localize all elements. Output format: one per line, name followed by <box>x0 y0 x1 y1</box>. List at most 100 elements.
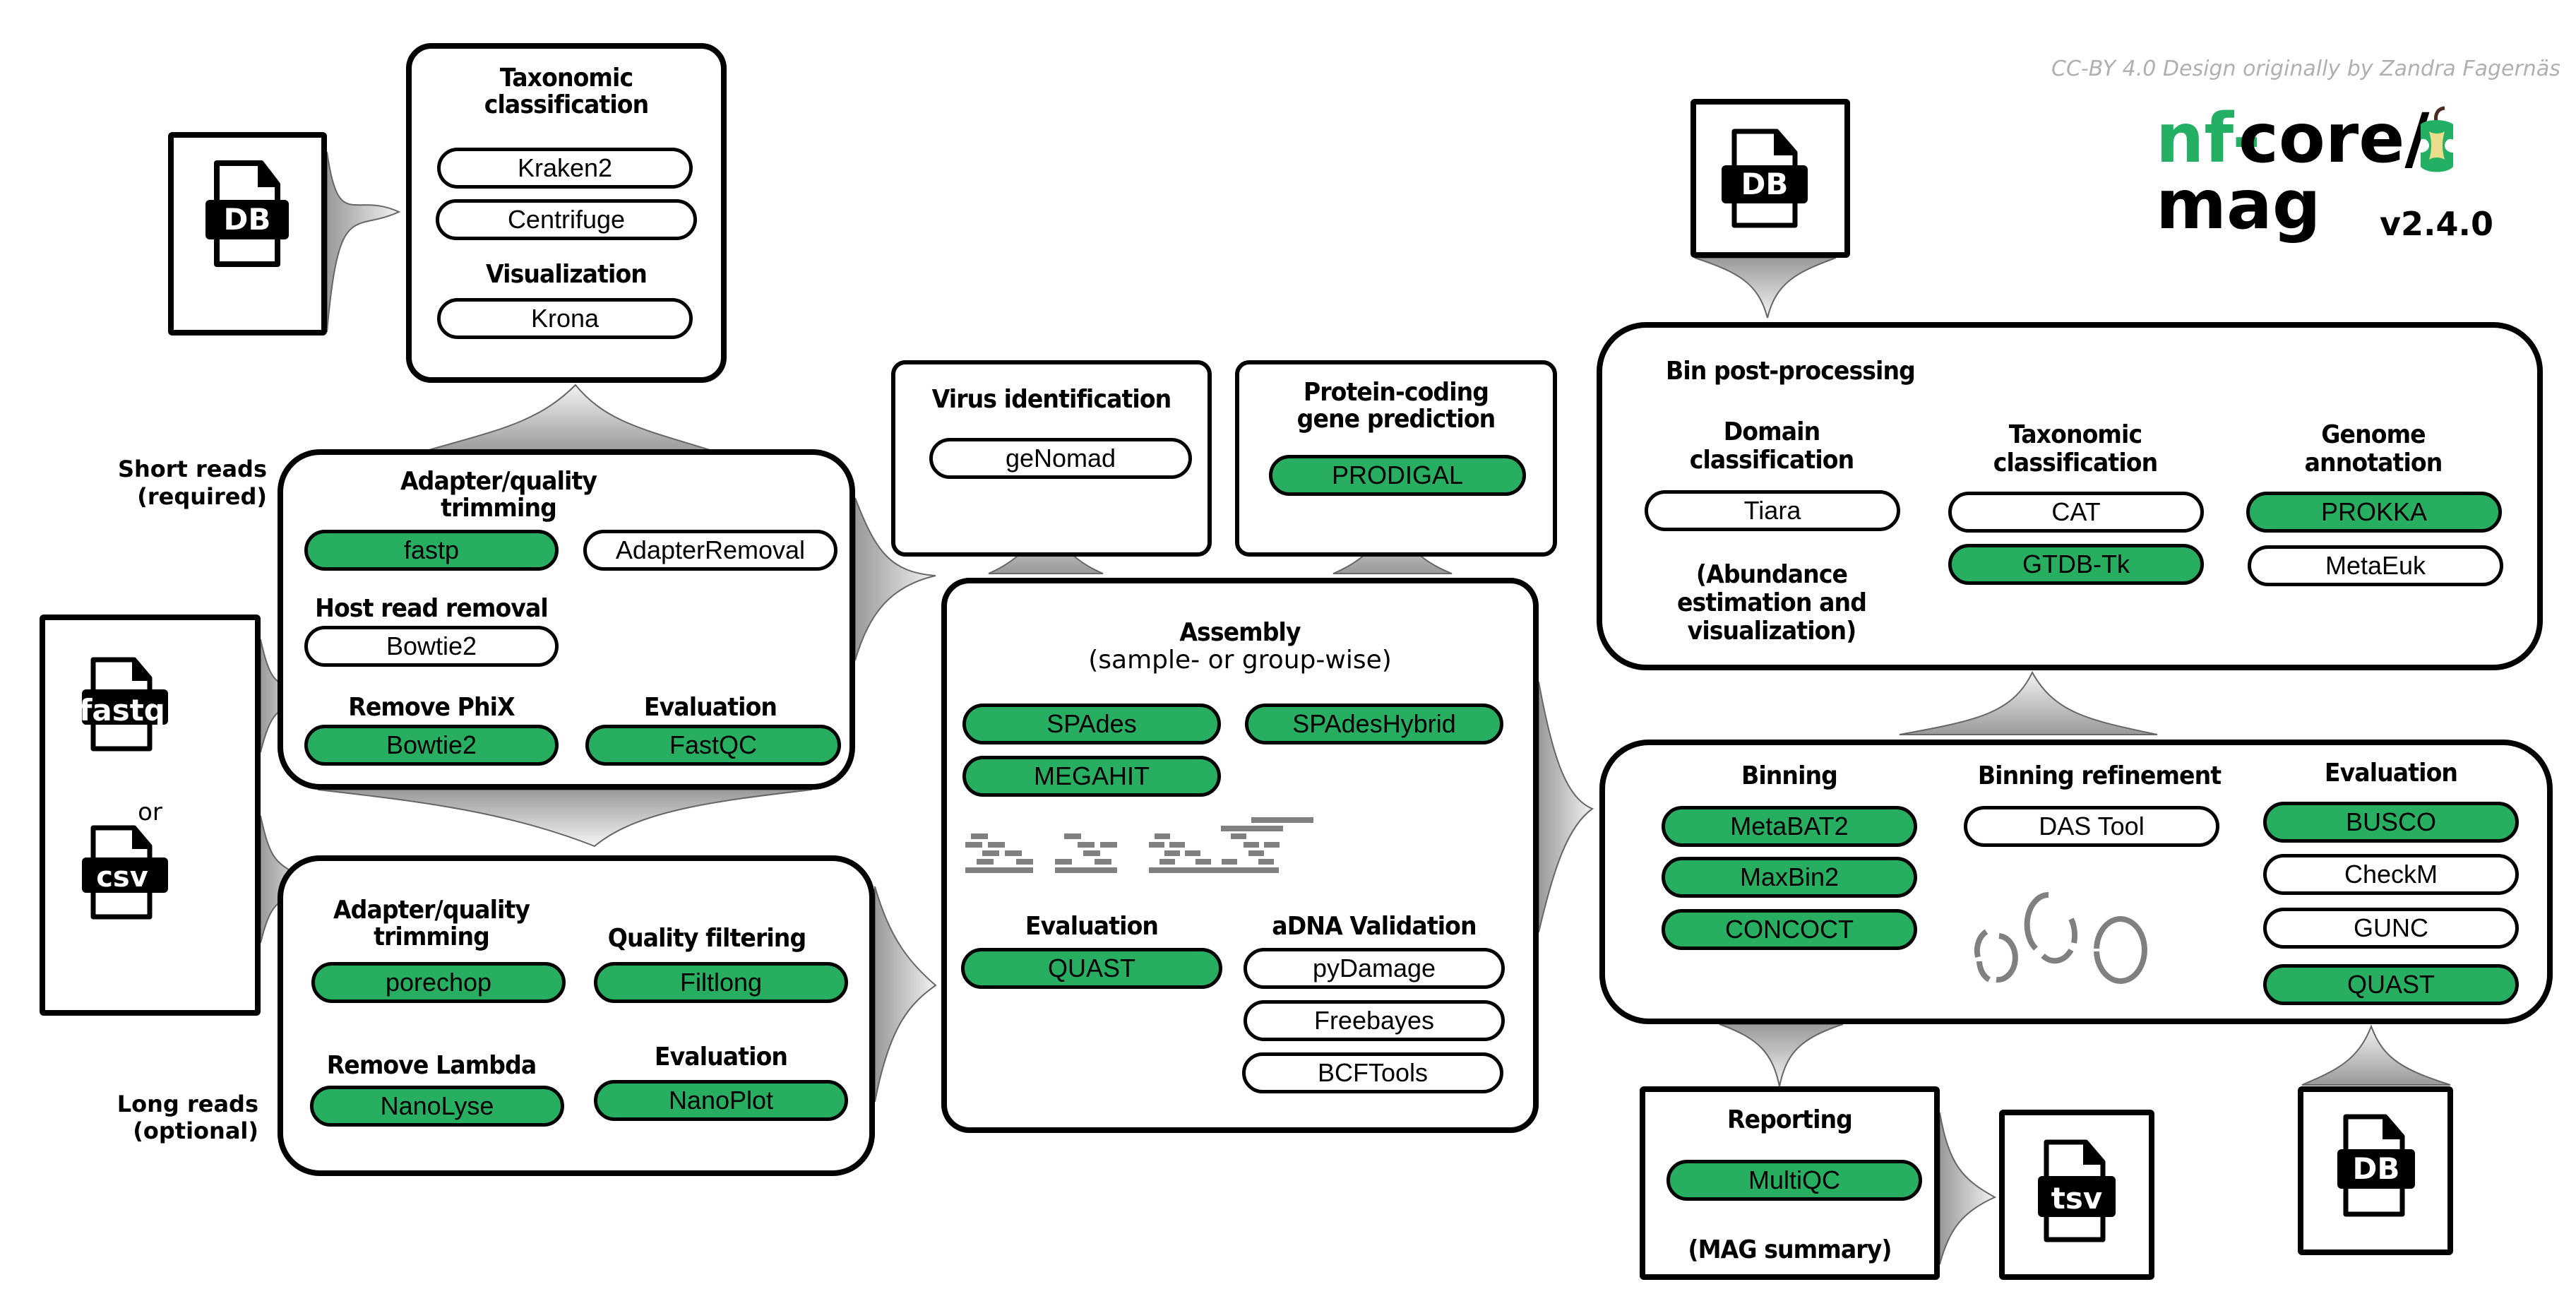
annotation-title-line1: Genome <box>2321 420 2426 449</box>
logo-name: mag <box>2156 165 2321 244</box>
tool-centrifuge[interactable]: Centrifuge <box>436 199 697 240</box>
tool-spades[interactable]: SPAdes <box>962 704 1221 744</box>
read-bar <box>1169 842 1185 848</box>
tool-prodigal[interactable]: PRODIGAL <box>1269 455 1526 496</box>
tool-dastool[interactable]: DAS Tool <box>1964 806 2219 847</box>
sr-trimming-title-line2: trimming <box>441 494 557 523</box>
contig-reads-illustration <box>965 817 1313 873</box>
connector-db-to-evaluation <box>2301 1024 2451 1086</box>
read-bar <box>1064 833 1081 839</box>
tool-filtlong[interactable]: Filtlong <box>594 962 848 1003</box>
read-bar <box>1164 850 1180 856</box>
tool-porechop[interactable]: porechop <box>311 962 566 1003</box>
read-bar <box>971 833 988 839</box>
tool-freebayes[interactable]: Freebayes <box>1244 1000 1505 1041</box>
tool-maxbin2[interactable]: MaxBin2 <box>1662 857 1917 898</box>
read-bar <box>1149 842 1164 848</box>
tool-bcftools[interactable]: BCFTools <box>1242 1052 1503 1093</box>
tool-busco[interactable]: BUSCO <box>2263 802 2519 843</box>
read-bar <box>1264 842 1280 848</box>
connector-longreads-to-assembly <box>874 886 937 1103</box>
taxonomy-db-label: DB <box>223 202 271 237</box>
protein-title-line2: gene prediction <box>1296 405 1496 434</box>
tool-nanolyse[interactable]: NanoLyse <box>310 1086 564 1127</box>
virus-identification-box: Virus identification geNomad <box>891 360 1212 557</box>
csv-label: csv <box>96 861 148 894</box>
read-bar <box>988 842 1005 848</box>
mag-summary-label: (MAG summary) <box>1688 1235 1892 1264</box>
connector-binning-to-binpost <box>1899 670 2158 735</box>
visualization-title: Visualization <box>486 260 648 289</box>
contig-bar <box>1055 867 1117 873</box>
sr-evaluation-title: Evaluation <box>643 693 777 722</box>
tool-bowtie2-host[interactable]: Bowtie2 <box>304 626 559 667</box>
long-reads-preprocessing-box: Adapter/quality trimming Quality filteri… <box>278 855 875 1176</box>
tool-gunc[interactable]: GUNC <box>2263 908 2519 949</box>
tool-gtdbtk[interactable]: GTDB-Tk <box>1948 544 2204 585</box>
tool-fastqc[interactable]: FastQC <box>585 725 841 766</box>
refinement-title: Binning refinement <box>1977 761 2222 790</box>
binning-box: Binning MetaBAT2 MaxBin2 CONCOCT Binning… <box>1599 740 2553 1024</box>
read-bar <box>1016 859 1033 865</box>
bin-circle-icon <box>1996 933 2018 983</box>
tool-fastp[interactable]: fastp <box>304 530 559 571</box>
read-bar <box>977 859 994 865</box>
tool-multiqc[interactable]: MultiQC <box>1666 1160 1922 1201</box>
read-bar <box>1083 850 1100 856</box>
tool-adapterremoval[interactable]: AdapterRemoval <box>583 530 837 571</box>
lambda-title: Remove Lambda <box>326 1051 537 1080</box>
connector-db-to-taxonomy <box>326 151 401 333</box>
tool-quast-assembly[interactable]: QUAST <box>961 948 1222 989</box>
assembly-subtitle: (sample- or group-wise) <box>1088 646 1392 675</box>
tool-pydamage[interactable]: pyDamage <box>1244 948 1505 989</box>
tool-metabat2[interactable]: MetaBAT2 <box>1662 806 1917 847</box>
reporting-box: Reporting MultiQC (MAG summary) <box>1640 1086 1940 1280</box>
bin-circle-icon <box>1976 961 1991 983</box>
contig-bar <box>1251 817 1313 823</box>
logo: nf- core/ mag v2.4.0 <box>2147 99 2542 261</box>
tool-kraken2[interactable]: Kraken2 <box>437 148 693 189</box>
filtering-title: Quality filtering <box>607 924 806 953</box>
connector-shortreads-to-taxonomy <box>421 384 717 453</box>
connector-reporting-to-tsv <box>1939 1112 1997 1265</box>
tool-spadeshybrid[interactable]: SPAdesHybrid <box>1245 704 1503 744</box>
reporting-title: Reporting <box>1727 1105 1853 1134</box>
tool-metaeuk[interactable]: MetaEuk <box>2248 545 2503 586</box>
adna-title: aDNA Validation <box>1272 912 1477 941</box>
lr-evaluation-title: Evaluation <box>654 1043 788 1072</box>
tool-prokka[interactable]: PROKKA <box>2246 492 2502 533</box>
read-bar <box>1055 859 1072 865</box>
read-bar <box>1155 833 1170 839</box>
bin-circle-icon <box>2094 916 2147 984</box>
domain-title-line2: classification <box>1689 446 1854 475</box>
tool-nanoplot[interactable]: NanoPlot <box>594 1080 848 1121</box>
abundance-line3: visualization) <box>1687 617 1857 646</box>
tsv-label: tsv <box>2051 1181 2103 1216</box>
connector-assembly-to-binning <box>1538 681 1594 933</box>
tool-bowtie2-phix[interactable]: Bowtie2 <box>304 725 559 766</box>
binpost-taxonomy-title-line1: Taxonomic <box>2008 420 2142 449</box>
evaluation-db-label: DB <box>2352 1151 2400 1186</box>
annotation-title-line2: annotation <box>2304 449 2443 477</box>
connector-db-to-binpost <box>1694 257 1837 319</box>
abundance-line2: estimation and <box>1676 588 1867 617</box>
tool-genomad[interactable]: geNomad <box>929 438 1192 479</box>
tool-checkm[interactable]: CheckM <box>2263 854 2519 895</box>
read-bar <box>1185 850 1200 856</box>
read-bar <box>1244 842 1259 848</box>
lr-trimming-title-line1: Adapter/quality <box>333 896 530 925</box>
read-bar <box>1095 859 1111 865</box>
assembly-title: Assembly <box>1179 618 1301 647</box>
tool-quast-bins[interactable]: QUAST <box>2263 964 2519 1005</box>
tool-tiara[interactable]: Tiara <box>1645 490 1900 531</box>
assembly-box: Assembly (sample- or group-wise) SPAdes … <box>941 578 1539 1133</box>
contig-bar <box>1221 826 1283 831</box>
bin-post-processing-box: Bin post-processing Domain classificatio… <box>1597 322 2543 670</box>
tool-cat[interactable]: CAT <box>1948 492 2204 533</box>
binning-title: Binning <box>1741 761 1838 790</box>
read-bar <box>1222 859 1237 865</box>
tool-concoct[interactable]: CONCOCT <box>1662 909 1917 950</box>
phix-title: Remove PhiX <box>348 693 515 722</box>
tool-krona[interactable]: Krona <box>437 298 693 339</box>
tool-megahit[interactable]: MEGAHIT <box>962 756 1221 797</box>
